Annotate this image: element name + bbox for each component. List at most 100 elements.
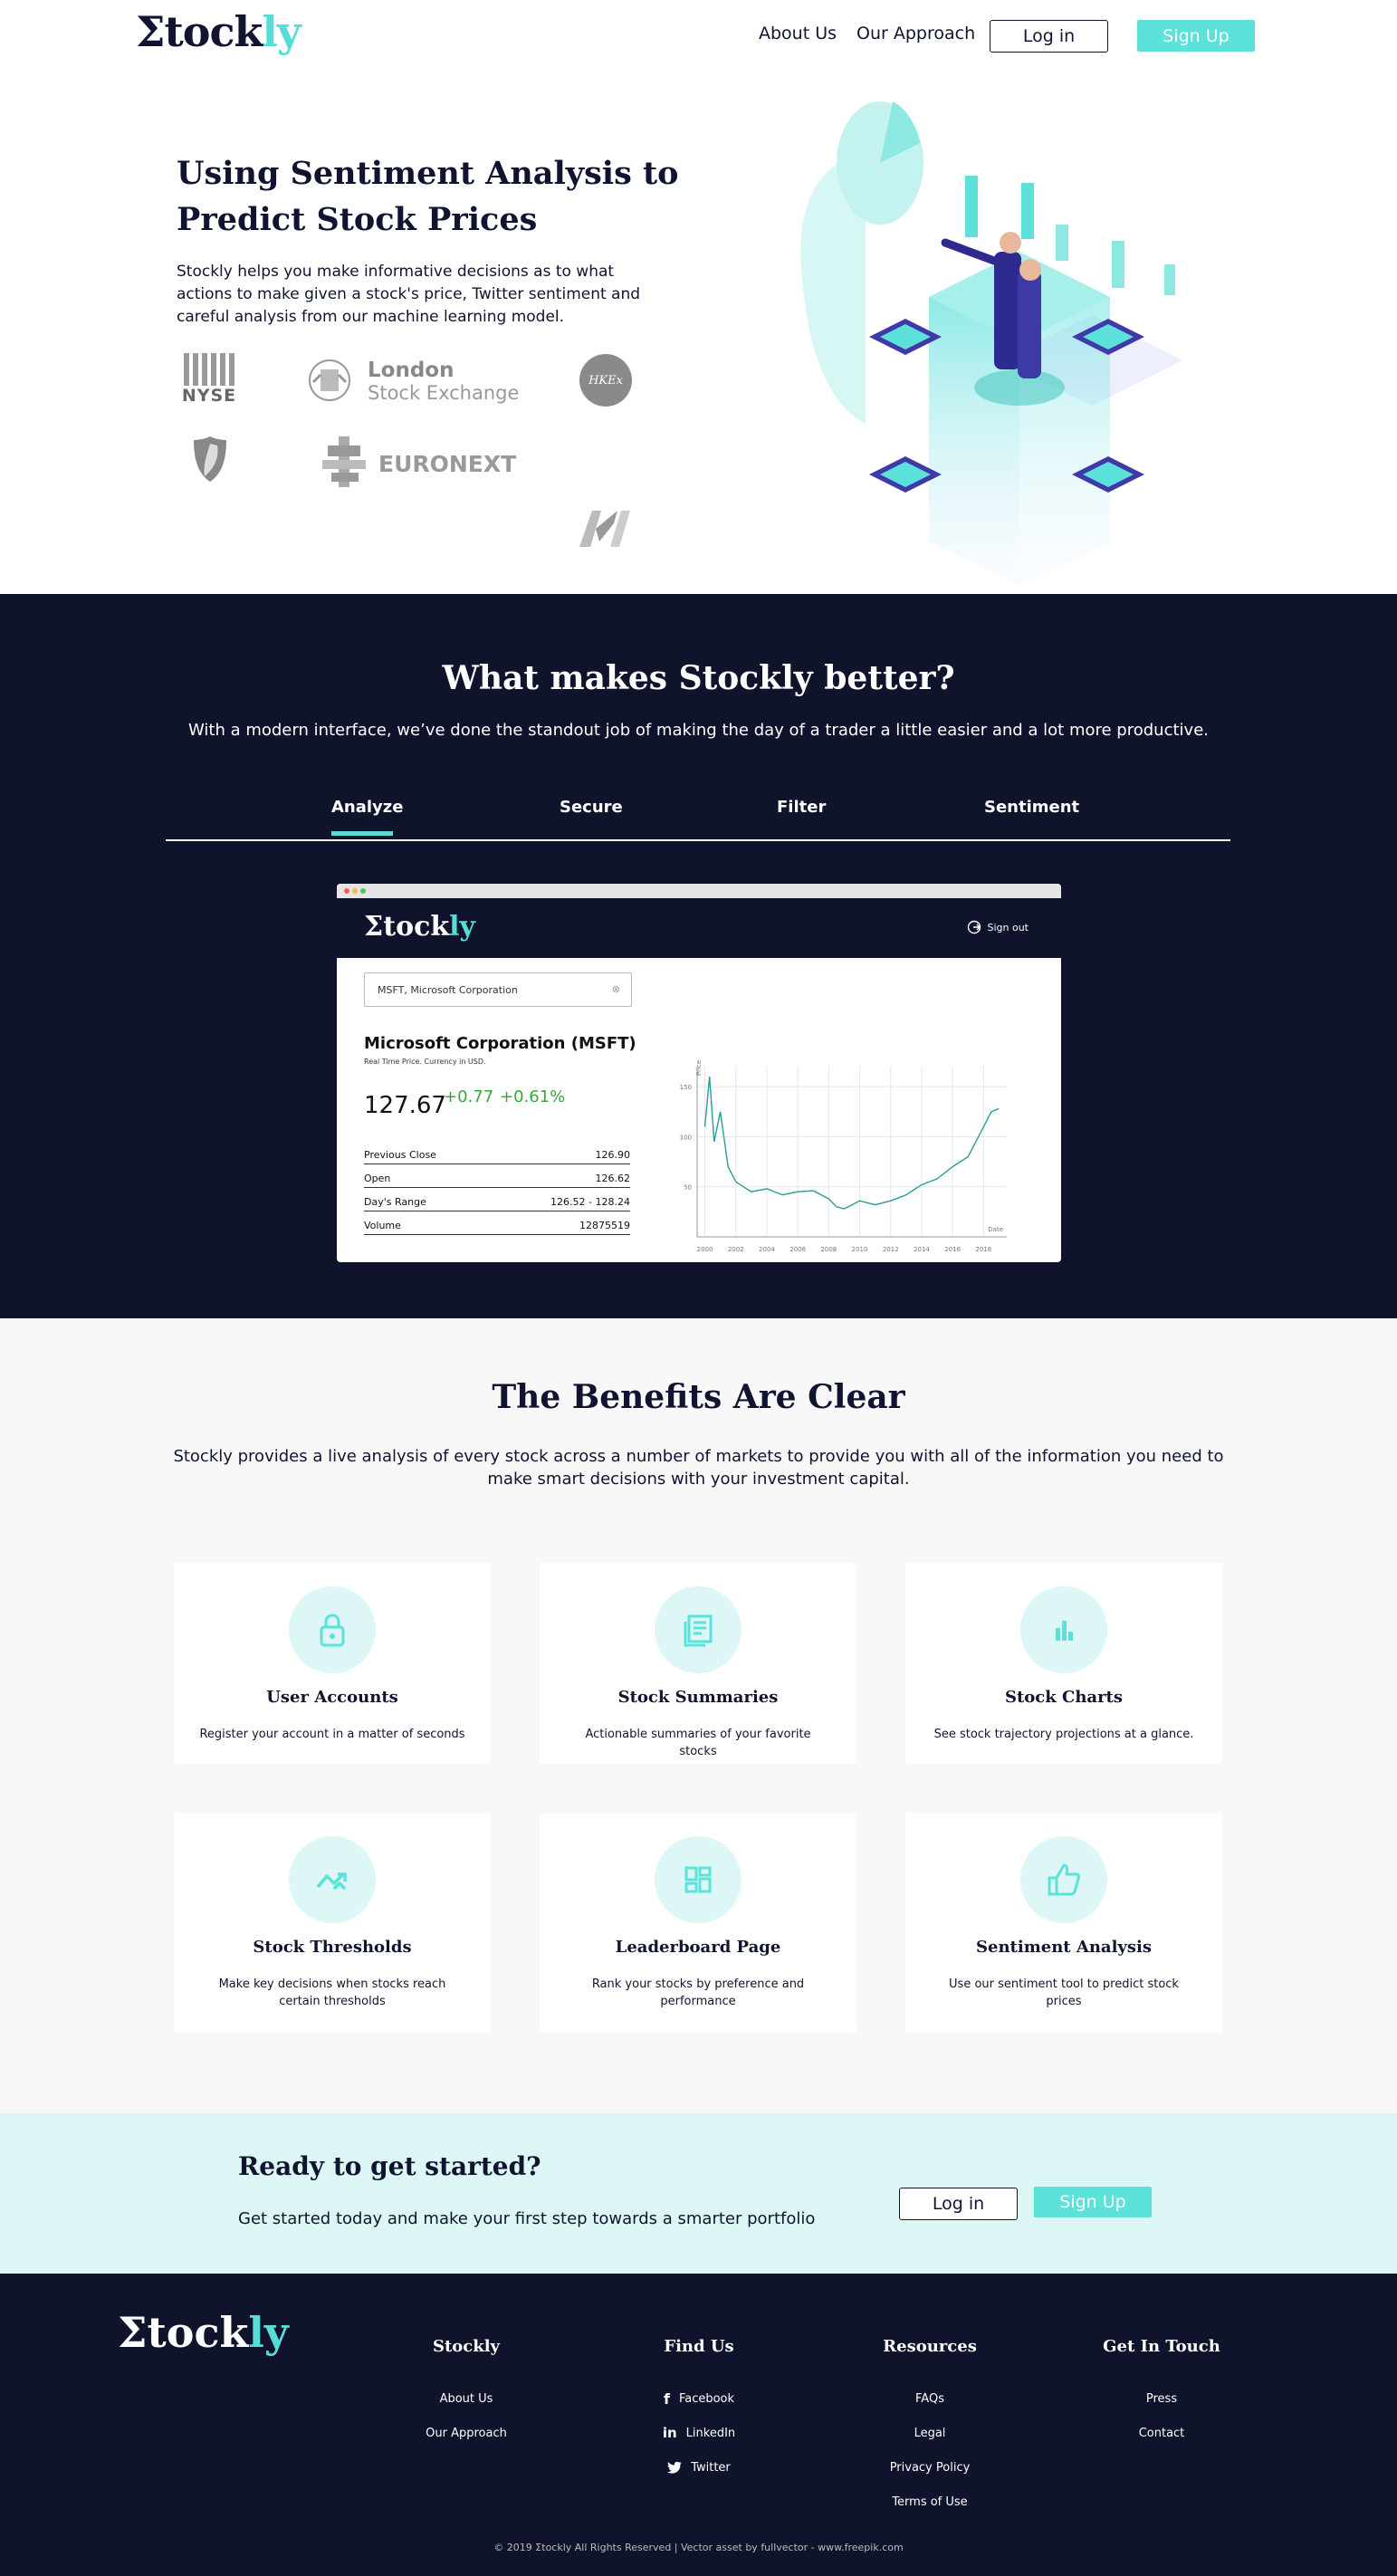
footer-link-legal[interactable]: Legal: [839, 2416, 1020, 2450]
nav-approach-link[interactable]: Our Approach: [856, 24, 975, 43]
card-title: User Accounts: [266, 1688, 398, 1707]
cta-section: Ready to get started? Get started today …: [0, 2113, 1397, 2274]
newspaper-icon: [655, 1586, 742, 1673]
chart-y-tick-label: 50: [684, 1184, 692, 1192]
chart-x-tick-label: 2014: [914, 1246, 930, 1253]
chart-x-tick-label: 2002: [728, 1246, 744, 1253]
nav-signup-button[interactable]: Sign Up: [1137, 20, 1255, 52]
footer-logo-main: Σtock: [118, 2308, 249, 2357]
stat-row-days-range: Day's Range 126.52 - 128.24: [364, 1190, 630, 1211]
logo-accent-text: ly: [262, 7, 301, 56]
bar-chart-icon: [1020, 1586, 1107, 1673]
footer-col-title: Stockly: [432, 2337, 501, 2356]
chart-x-tick-label: 2018: [975, 1246, 991, 1253]
price-change-abs: +0.77: [444, 1087, 494, 1106]
footer-link-label: Contact: [1138, 2426, 1185, 2440]
shield-logo-icon: [190, 435, 230, 487]
stat-label: Previous Close: [364, 1149, 436, 1161]
stat-row-volume: Volume 12875519: [364, 1213, 630, 1235]
footer-link-facebook[interactable]: f Facebook: [608, 2381, 789, 2416]
chart-x-tick-label: 2008: [820, 1246, 837, 1253]
nyse-columns-icon: [181, 353, 237, 386]
nav-login-button[interactable]: Log in: [990, 20, 1108, 53]
card-title: Leaderboard Page: [615, 1938, 781, 1957]
chart-y-tick-label: 150: [680, 1084, 692, 1091]
company-name: Microsoft Corporation (MSFT): [364, 1034, 636, 1053]
chart-x-tick-label: 2004: [759, 1246, 775, 1253]
footer-link-terms[interactable]: Terms of Use: [839, 2485, 1020, 2519]
card-title: Stock Thresholds: [253, 1938, 412, 1957]
tab-filter[interactable]: Filter: [777, 798, 826, 817]
features-section: What makes Stockly better? With a modern…: [0, 594, 1397, 1318]
features-title: What makes Stockly better?: [442, 659, 955, 697]
active-tab-indicator: [331, 831, 393, 836]
footer-link-press[interactable]: Press: [1071, 2381, 1252, 2416]
hero-illustration: [800, 101, 1182, 587]
benefits-subtitle: Stockly provides a live analysis of ever…: [173, 1447, 1224, 1489]
footer-link-label: Twitter: [691, 2460, 731, 2475]
footer-link-about[interactable]: About Us: [376, 2381, 557, 2416]
footer-link-label: Our Approach: [426, 2426, 507, 2440]
benefit-card-user-accounts: User Accounts Register your account in a…: [174, 1563, 491, 1764]
logo-main-text: Σtock: [136, 7, 263, 56]
footer-logo[interactable]: Σtockly: [118, 2308, 289, 2357]
chart-x-tick-label: 2016: [944, 1246, 961, 1253]
hero-description: Stockly helps you make informative decis…: [177, 263, 641, 326]
stock-search-input[interactable]: MSFT, Microsoft Corporation ⊗: [364, 972, 632, 1007]
nav-about-link[interactable]: About Us: [759, 24, 837, 43]
footer-col-resources: Resources FAQs Legal Privacy Policy Term…: [839, 2337, 1020, 2519]
stock-price-chart: 2000 2002 2004 2006 2008 2010 2012 2014 2016 2018…: [680, 1060, 1007, 1253]
linkedin-icon: in: [662, 2425, 677, 2441]
chart-x-tick-label: 2000: [697, 1246, 713, 1253]
footer-link-linkedin[interactable]: in LinkedIn: [608, 2416, 789, 2450]
lse-logo: London Stock Exchange: [304, 355, 521, 404]
stat-label: Day's Range: [364, 1196, 426, 1208]
benefit-card-stock-summaries: Stock Summaries Actionable summaries of …: [540, 1563, 856, 1764]
cta-title: Ready to get started?: [238, 2151, 541, 2181]
footer-link-twitter[interactable]: Twitter: [608, 2450, 789, 2485]
card-title: Stock Charts: [1004, 1688, 1124, 1707]
browser-bar: [337, 884, 1061, 898]
footer-link-contact[interactable]: Contact: [1071, 2416, 1252, 2450]
clear-search-icon[interactable]: ⊗: [612, 983, 620, 995]
stat-value: 12875519: [579, 1220, 630, 1231]
footer-link-label: Terms of Use: [892, 2495, 968, 2509]
footer-link-label: LinkedIn: [685, 2426, 736, 2440]
lse-crest-icon: [309, 359, 350, 401]
card-text: See stock trajectory projections at a gl…: [933, 1728, 1194, 1741]
trend-icon: [289, 1836, 376, 1923]
window-minimize-dot: [352, 888, 358, 894]
footer-link-privacy[interactable]: Privacy Policy: [839, 2450, 1020, 2485]
footer-link-faqs[interactable]: FAQs: [839, 2381, 1020, 2416]
hkex-text: HKEx: [588, 373, 623, 388]
top-nav: Σtockly About Us Our Approach Log in Sig…: [0, 0, 1397, 71]
footer-col-title: Get In Touch: [1103, 2337, 1220, 2356]
sign-out-button[interactable]: Sign out: [967, 920, 1029, 934]
footer-link-approach[interactable]: Our Approach: [376, 2416, 557, 2450]
tab-secure[interactable]: Secure: [560, 798, 623, 817]
chart-x-axis-label: Date: [988, 1226, 1003, 1233]
tab-analyze[interactable]: Analyze: [331, 798, 403, 817]
benefits-section: The Benefits Are Clear Stockly provides …: [0, 1318, 1397, 2113]
mockup-logo[interactable]: Σtockly: [364, 911, 475, 943]
chart-series-line: [703, 1077, 1000, 1210]
cta-login-button[interactable]: Log in: [899, 2188, 1018, 2220]
card-title: Stock Summaries: [617, 1688, 779, 1707]
tab-sentiment[interactable]: Sentiment: [984, 798, 1079, 817]
stockly-logo[interactable]: Σtockly: [136, 7, 301, 56]
cta-signup-button[interactable]: Sign Up: [1034, 2187, 1152, 2217]
lse-text-2: Stock Exchange: [368, 382, 520, 404]
cta-text: Get started today and make your first st…: [238, 2209, 816, 2228]
stat-value: 126.52 - 128.24: [550, 1196, 630, 1208]
hero-title: Using Sentiment Analysis to Predict Stoc…: [177, 155, 679, 238]
window-maximize-dot: [360, 888, 366, 894]
card-title: Sentiment Analysis: [976, 1938, 1152, 1957]
lse-text-1: London: [368, 359, 455, 382]
sign-out-label: Sign out: [987, 921, 1029, 934]
footer-link-label: Press: [1145, 2391, 1178, 2406]
app-mockup: Σtockly Sign out MSFT, Microsoft Corpora…: [337, 884, 1061, 1262]
card-text: Register your account in a matter of sec…: [199, 1728, 465, 1741]
euronext-mark-icon: [322, 436, 366, 487]
card-text: Actionable summaries of your favorite st…: [585, 1728, 811, 1758]
card-text: Make key decisions when stocks reach cer…: [218, 1977, 446, 2008]
